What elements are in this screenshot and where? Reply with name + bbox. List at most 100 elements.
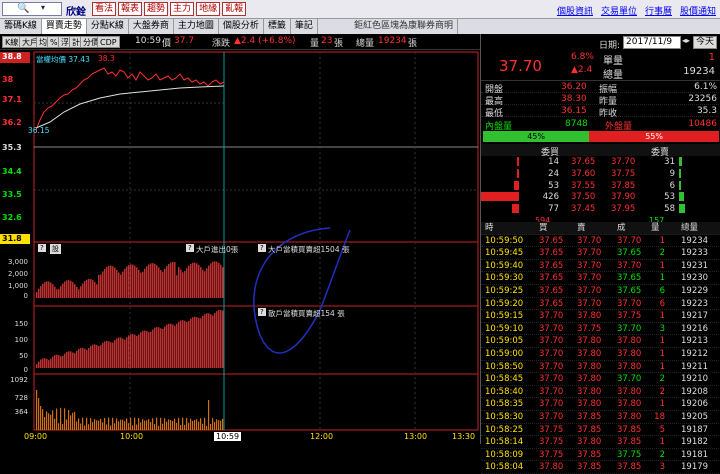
tick-cell: 3: [659, 323, 665, 334]
tick-cell: 37.85: [577, 424, 602, 435]
toolbar-price: 37.7: [174, 36, 195, 46]
retail-bar: [162, 329, 164, 368]
top-link-2[interactable]: 行事曆: [645, 4, 672, 17]
retail-bar: [206, 313, 208, 368]
retail-bar: [106, 340, 108, 368]
top-button-4[interactable]: 地緣: [196, 2, 221, 16]
retail-bar: [222, 310, 224, 368]
tick-cell: 37.85: [617, 437, 642, 448]
tick-table[interactable]: 時買賣成量總量 10:59:50 37.65 37.70 37.70 1 19234 10:5…: [481, 222, 720, 474]
out-vol: 10486: [688, 119, 717, 129]
spinner-icon[interactable]: ◂▸: [682, 36, 690, 45]
volume-bar: [58, 423, 60, 430]
retail-bar: [122, 338, 124, 368]
tab-1[interactable]: 買賣走勢: [41, 19, 87, 34]
tab-2[interactable]: 分點K線: [87, 19, 129, 34]
tick-cell: 37.75: [617, 449, 642, 460]
top-button-5[interactable]: 亂報: [222, 2, 247, 16]
dropdown-icon[interactable]: ▾: [41, 3, 45, 12]
in-vol: 8748: [565, 119, 588, 129]
top-button-1[interactable]: 報表: [118, 2, 143, 16]
retail-bar: [144, 330, 146, 368]
help-icon[interactable]: ?: [186, 244, 194, 252]
lot-value: 1: [708, 52, 715, 63]
retail-bar: [114, 340, 116, 368]
intraday-chart[interactable]: 38.8 38 37.1 36.2 35.3 34.4 33.5 32.6 31.8 當權均價 …: [0, 50, 480, 444]
tab-7[interactable]: 筆記: [291, 19, 318, 34]
big-trader-bar: [188, 265, 190, 298]
retail-bar: [172, 324, 174, 368]
retail-bar: [186, 321, 188, 368]
big-trader-bar: [204, 271, 206, 298]
tick-cell: 10:59:40: [485, 260, 524, 271]
today-button[interactable]: 今天: [693, 36, 717, 49]
top-button-2[interactable]: 趨勢: [144, 2, 169, 16]
tick-row[interactable]: 10:58:45 37.70 37.80 37.70 2 19210: [481, 373, 720, 386]
big-trader-bar: [154, 263, 156, 298]
help-icon[interactable]: ?: [258, 244, 266, 252]
tick-row[interactable]: 10:59:05 37.70 37.80 37.80 1 19213: [481, 335, 720, 348]
tab-5[interactable]: 個股分析: [219, 19, 264, 34]
toolbar-button-7[interactable]: CDP: [97, 36, 120, 48]
retail-bar: [50, 358, 52, 368]
tick-row[interactable]: 10:58:40 37.70 37.80 37.80 2 19208: [481, 386, 720, 399]
volume-bar: [182, 417, 184, 430]
settings-button[interactable]: 設: [50, 244, 61, 254]
tick-row[interactable]: 10:59:45 37.65 37.70 37.65 2 19233: [481, 247, 720, 260]
bid-price: 37.50: [571, 192, 596, 203]
panel3-axis-label: 50: [19, 352, 28, 360]
tab-4[interactable]: 主力地圖: [174, 19, 219, 34]
tick-cell: 10:59:05: [485, 336, 524, 347]
symbol-search-input[interactable]: 🔍 ▾: [2, 2, 62, 16]
tick-row[interactable]: 10:58:50 37.70 37.80 37.80 1 19211: [481, 361, 720, 374]
stats-value: 38.30: [561, 94, 587, 104]
tick-row[interactable]: 10:59:00 37.70 37.80 37.80 1 19212: [481, 348, 720, 361]
help-button[interactable]: ?: [38, 244, 46, 252]
top-link-1[interactable]: 交易單位: [601, 4, 637, 17]
in-bar: 45%: [483, 131, 590, 142]
tab-3[interactable]: 大盤券商: [129, 19, 174, 34]
lot-label: 單量: [603, 56, 623, 67]
panel4-axis-label: 364: [14, 408, 28, 416]
tick-row[interactable]: 10:58:30 37.70 37.85 37.80 18 19205: [481, 411, 720, 424]
big-trader-bar: [174, 262, 176, 298]
tick-row[interactable]: 10:59:20 37.65 37.70 37.70 6 19223: [481, 298, 720, 311]
tick-row[interactable]: 10:58:09 37.75 37.85 37.75 2 19181: [481, 449, 720, 462]
tick-row[interactable]: 10:58:25 37.75 37.85 37.85 5 19187: [481, 424, 720, 437]
tab-6[interactable]: 標籤: [264, 19, 291, 34]
tick-cell: 10:59:25: [485, 285, 524, 296]
volume-bar: [102, 422, 104, 430]
retail-bar: [88, 348, 90, 368]
tick-row[interactable]: 10:59:25 37.65 37.70 37.65 6 19229: [481, 285, 720, 298]
big-trader-bar: [166, 266, 168, 298]
tick-row[interactable]: 10:59:40 37.65 37.70 37.70 1 19231: [481, 260, 720, 273]
volume-bar: [76, 421, 78, 430]
tick-cell: 37.70: [617, 260, 642, 271]
tick-cell: 1: [659, 235, 665, 246]
top-link-0[interactable]: 個股資訊: [557, 4, 593, 17]
tab-0[interactable]: 籌碼K線: [0, 19, 42, 34]
panel3-axis-label: 150: [14, 320, 28, 328]
big-trader-bar: [136, 267, 138, 298]
date-picker[interactable]: 2017/11/9: [623, 36, 681, 49]
tick-row[interactable]: 10:58:35 37.70 37.80 37.80 1 19206: [481, 398, 720, 411]
big-trader-bar: [126, 266, 128, 298]
top-button-0[interactable]: 看法: [92, 2, 117, 16]
total-label: 總量: [603, 70, 623, 81]
tick-row[interactable]: 10:58:04 37.80 37.85 37.85 3 19179: [481, 461, 720, 474]
toolbar-change: ▲2.4 (+6.8%): [234, 36, 296, 46]
big-trader-bar: [54, 286, 56, 298]
inout-bar: 45% 55%: [483, 131, 719, 142]
tick-row[interactable]: 10:59:30 37.65 37.70 37.65 1 19230: [481, 272, 720, 285]
tick-row[interactable]: 10:58:14 37.75 37.80 37.85 1 19182: [481, 436, 720, 449]
tick-row[interactable]: 10:59:50 37.65 37.70 37.70 1 19234: [481, 235, 720, 248]
tick-cell: 10:58:50: [485, 361, 524, 372]
search-icon[interactable]: 🔍: [17, 3, 29, 14]
help-icon[interactable]: ?: [258, 308, 266, 316]
big-trader-bar: [62, 283, 64, 298]
tick-row[interactable]: 10:59:15 37.70 37.80 37.75 1 19217: [481, 310, 720, 323]
ask-qty: 6: [669, 180, 675, 191]
top-button-3[interactable]: 主力: [170, 2, 195, 16]
tick-row[interactable]: 10:59:10 37.70 37.75 37.70 3 19216: [481, 323, 720, 336]
top-link-3[interactable]: 股價通知: [680, 4, 716, 17]
